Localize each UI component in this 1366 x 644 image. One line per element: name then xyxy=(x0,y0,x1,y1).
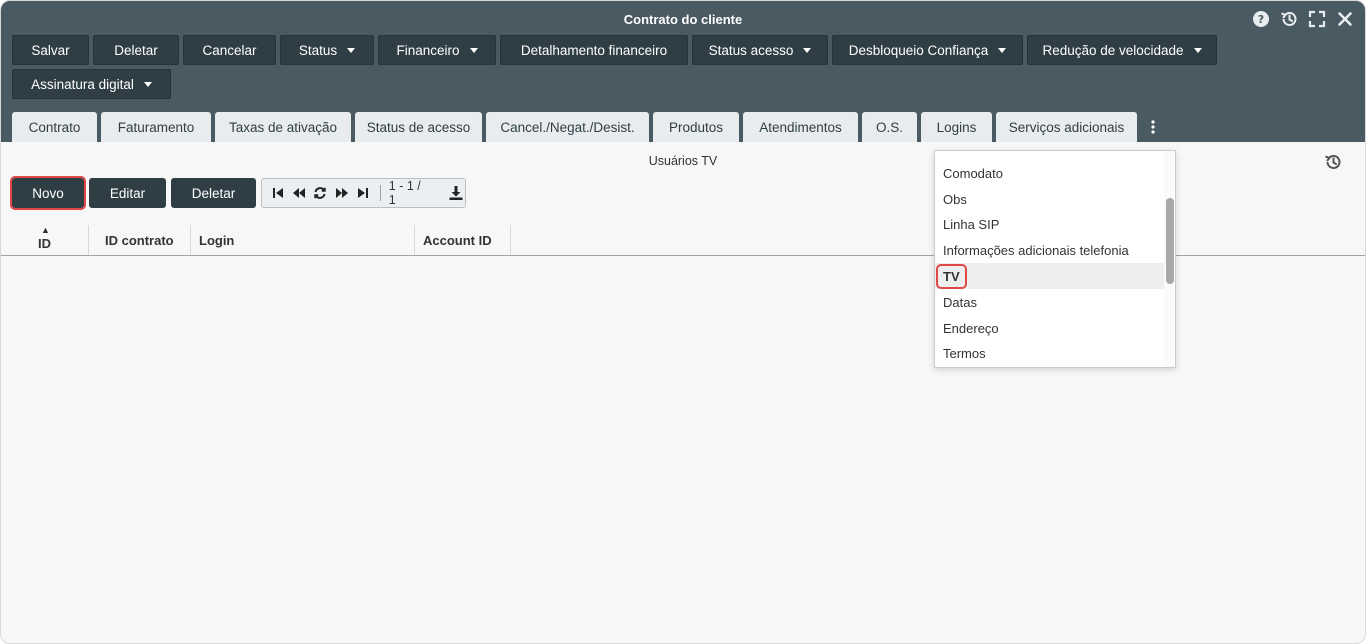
help-icon[interactable]: ? xyxy=(1251,9,1271,29)
save-button[interactable]: Salvar xyxy=(12,35,89,65)
sort-asc-icon: ▲ xyxy=(41,225,50,235)
next-page-icon[interactable] xyxy=(333,184,350,202)
history-icon[interactable] xyxy=(1279,9,1299,29)
menu-item-termos[interactable]: Termos xyxy=(935,340,1167,366)
cancel-button[interactable]: Cancelar xyxy=(183,35,276,65)
download-icon[interactable] xyxy=(448,184,465,202)
caret-down-icon xyxy=(469,47,478,53)
column-id[interactable]: ▲ ID xyxy=(1,225,89,255)
fullscreen-icon[interactable] xyxy=(1307,9,1327,29)
tab-bar: Contrato Faturamento Taxas de ativação S… xyxy=(12,112,1165,142)
tabs-overflow-menu: Comodato Obs Linha SIP Informações adici… xyxy=(934,150,1176,368)
column-account-id[interactable]: Account ID xyxy=(415,225,511,255)
svg-text:?: ? xyxy=(1258,13,1264,26)
digital-signature-dropdown-button[interactable]: Assinatura digital xyxy=(12,69,171,99)
tab-status-de-acesso[interactable]: Status de acesso xyxy=(355,112,482,142)
tab-servicos-adicionais[interactable]: Serviços adicionais xyxy=(996,112,1137,142)
trust-unlock-dropdown-button[interactable]: Desbloqueio Confiança xyxy=(832,35,1023,65)
more-tabs-icon[interactable] xyxy=(1141,112,1165,142)
caret-down-icon xyxy=(347,47,356,53)
page-count: 1 - 1 / 1 xyxy=(388,179,421,207)
menu-item-obs[interactable]: Obs xyxy=(935,186,1167,212)
tab-produtos[interactable]: Produtos xyxy=(653,112,739,142)
toolbar-row-2: Assinatura digital xyxy=(12,69,171,99)
speed-reduction-dropdown-button[interactable]: Redução de velocidade xyxy=(1027,35,1217,65)
pager-divider xyxy=(379,185,381,201)
edit-button[interactable]: Editar xyxy=(89,178,166,208)
tab-cancel-negat-desist[interactable]: Cancel./Negat./Desist. xyxy=(486,112,649,142)
financeiro-dropdown-button[interactable]: Financeiro xyxy=(378,35,496,65)
tab-os[interactable]: O.S. xyxy=(862,112,917,142)
tab-atendimentos[interactable]: Atendimentos xyxy=(743,112,858,142)
caret-down-icon xyxy=(998,47,1007,53)
column-login[interactable]: Login xyxy=(191,225,415,255)
history-icon[interactable] xyxy=(1323,152,1343,177)
menu-item-endereco[interactable]: Endereço xyxy=(935,315,1167,341)
caret-down-icon xyxy=(803,47,812,53)
window-controls: ? xyxy=(1251,9,1355,29)
menu-item-datas[interactable]: Datas xyxy=(935,289,1167,315)
close-icon[interactable] xyxy=(1335,9,1355,29)
window-header: Contrato do cliente ? Salvar Deletar Can… xyxy=(1,1,1365,142)
caret-down-icon xyxy=(1193,47,1202,53)
window-title: Contrato do cliente xyxy=(623,12,743,27)
access-status-dropdown-button[interactable]: Status acesso xyxy=(692,35,828,65)
pagination-bar: 1 - 1 / 1 xyxy=(261,178,466,208)
first-page-icon[interactable] xyxy=(269,184,286,202)
menu-item-tv[interactable]: TV xyxy=(935,263,1167,289)
delete-button[interactable]: Deletar xyxy=(171,178,256,208)
menu-item-tv-label: TV xyxy=(936,263,967,289)
toolbar-row-1: Salvar Deletar Cancelar Status Financeir… xyxy=(12,35,1217,65)
new-button[interactable]: Novo xyxy=(10,176,86,210)
financial-details-button[interactable]: Detalhamento financeiro xyxy=(500,35,688,65)
menu-item-comodato[interactable]: Comodato xyxy=(935,160,1167,186)
contract-window: Contrato do cliente ? Salvar Deletar Can… xyxy=(0,0,1366,644)
menu-item-info-telefonia[interactable]: Informações adicionais telefonia xyxy=(935,237,1167,263)
tab-taxas-de-ativacao[interactable]: Taxas de ativação xyxy=(215,112,351,142)
delete-button[interactable]: Deletar xyxy=(93,35,179,65)
last-page-icon[interactable] xyxy=(354,184,371,202)
menu-scrollbar-thumb[interactable] xyxy=(1166,198,1174,284)
refresh-icon[interactable] xyxy=(312,184,329,202)
menu-item-linha-sip[interactable]: Linha SIP xyxy=(935,211,1167,237)
tab-faturamento[interactable]: Faturamento xyxy=(101,112,211,142)
caret-down-icon xyxy=(143,81,152,87)
status-dropdown-button[interactable]: Status xyxy=(280,35,374,65)
column-id-contrato[interactable]: ID contrato xyxy=(89,225,191,255)
tab-contrato[interactable]: Contrato xyxy=(12,112,97,142)
tab-logins[interactable]: Logins xyxy=(921,112,992,142)
previous-page-icon[interactable] xyxy=(290,184,307,202)
